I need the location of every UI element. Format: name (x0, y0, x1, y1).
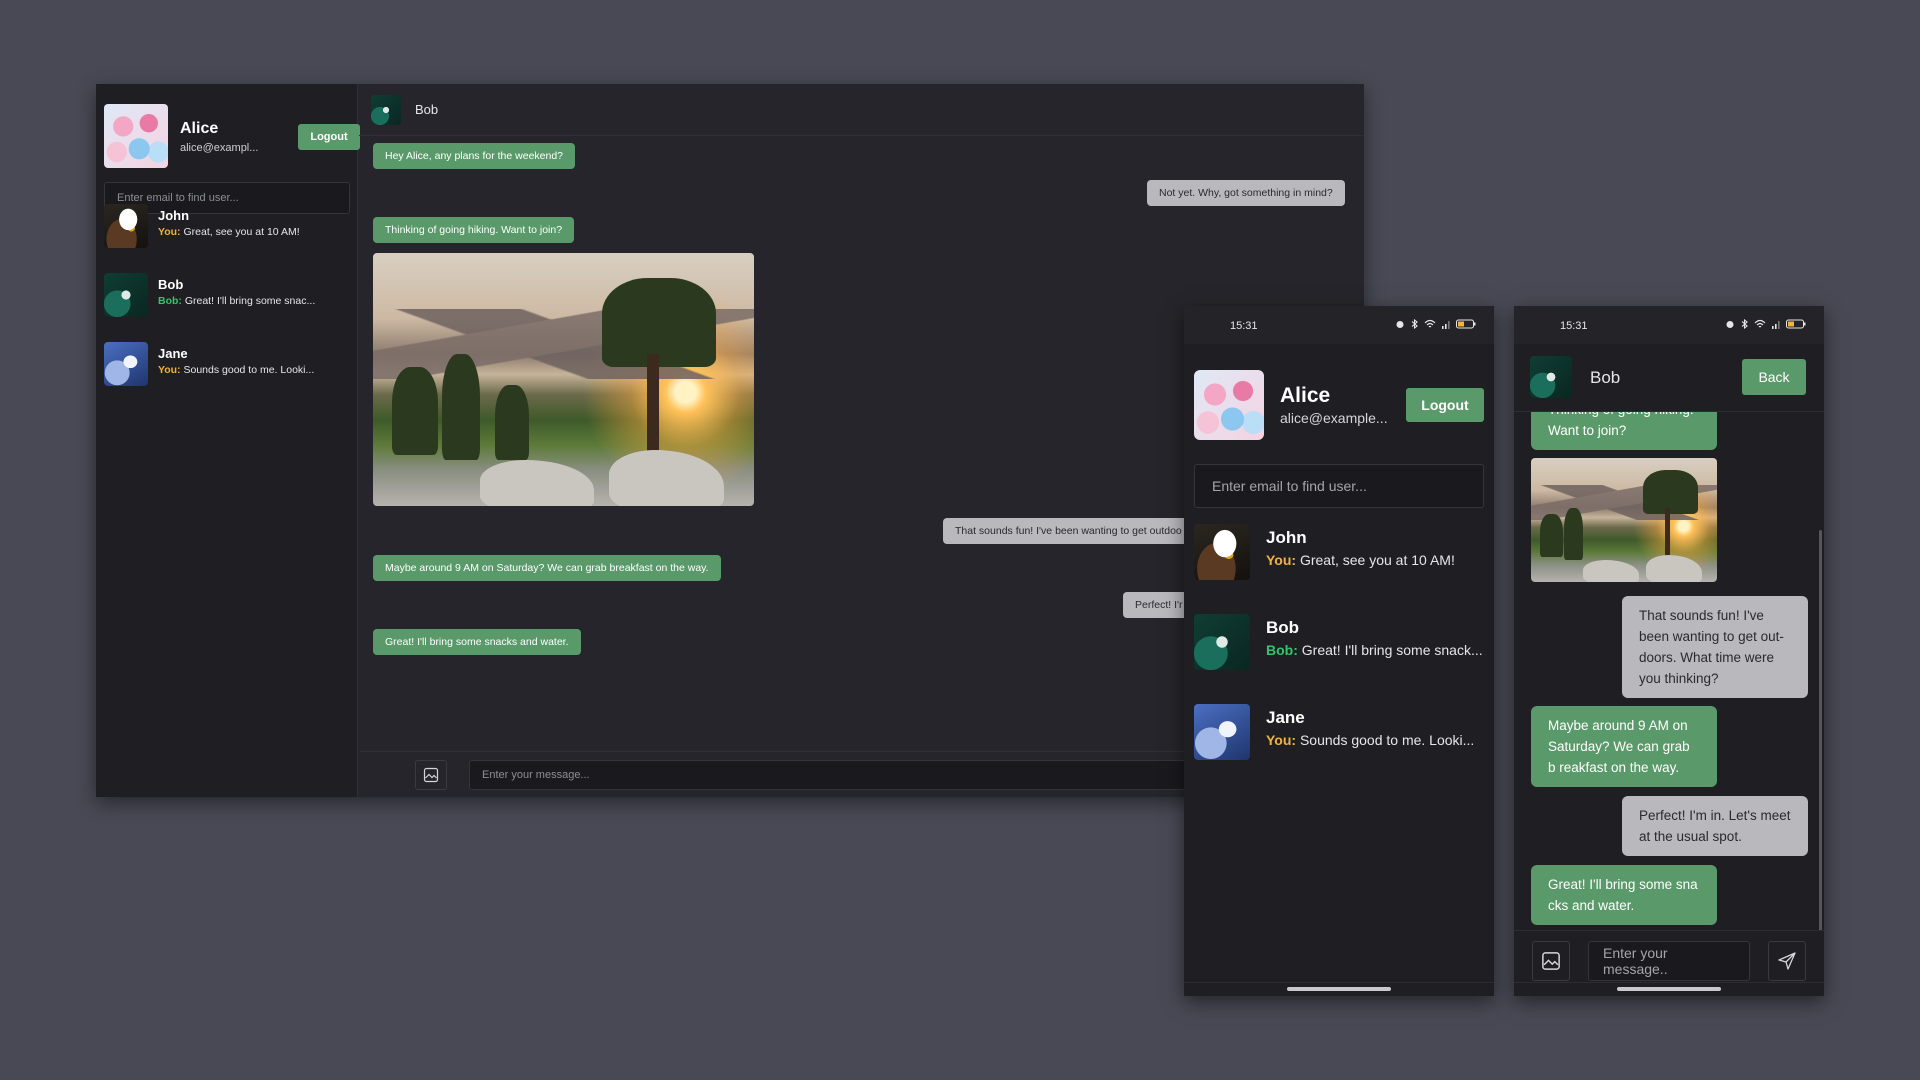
signal-icon (1772, 321, 1780, 329)
status-bar: 15:31 (1514, 306, 1824, 344)
bluetooth-icon (1411, 319, 1418, 329)
attach-image-button[interactable] (1532, 941, 1570, 981)
message-input[interactable]: Enter your message.. (1588, 941, 1750, 981)
conversation-preview: Bob: Great! I'll bring some snac... (158, 295, 316, 307)
conversation-preview: You: Great, see you at 10 AM! (158, 226, 300, 238)
status-time: 15:31 (1230, 320, 1258, 332)
logout-button[interactable]: Logout (1406, 388, 1484, 422)
profile-card: Alice alice@exampl... Logout (104, 104, 360, 168)
alice-avatar (104, 104, 168, 168)
battery-icon (1456, 319, 1476, 329)
attach-image-button[interactable] (415, 760, 447, 790)
message-bubble: Maybe around 9 AM on Saturday? We can gr… (373, 555, 721, 581)
message-bubble: Hey Alice, any plans for the weekend? (373, 143, 576, 169)
mobile-chat-screen: Thinking of going hiking. Want to join? … (1514, 306, 1824, 996)
chat-contact-name: Bob (415, 102, 439, 117)
send-button[interactable] (1768, 941, 1806, 981)
home-indicator[interactable] (1617, 987, 1721, 991)
send-icon (1778, 952, 1796, 970)
message-bubble: Thinking of going hiking. Want to join? (373, 217, 575, 243)
profile-name: Alice (1280, 384, 1331, 407)
message-input[interactable]: Enter your message... (469, 760, 1269, 790)
find-user-input[interactable]: Enter email to find user... (1194, 464, 1484, 508)
wifi-icon (1424, 319, 1436, 328)
message-bubble: That sounds fun! I've been wanting to ge… (1622, 596, 1808, 698)
eagle-avatar (104, 204, 148, 248)
message-bubble: That sounds fun! I've been wanting to ge… (943, 518, 1194, 544)
conversation-item-bob[interactable]: Bob Bob: Great! I'll bring some snack... (1194, 614, 1489, 672)
bluetooth-icon (1741, 319, 1748, 329)
conversation-item-john[interactable]: John You: Great, see you at 10 AM! (104, 204, 354, 248)
conversation-name: Bob (158, 277, 184, 292)
gesture-bar (1514, 982, 1824, 996)
status-icons (1725, 319, 1806, 329)
message-bubble: Perfect! I'm in. Let's meet at the usual… (1622, 796, 1808, 856)
image-icon (423, 767, 439, 783)
bird-avatar (1194, 614, 1250, 670)
conversation-preview: Bob: Great! I'll bring some snack... (1266, 642, 1483, 658)
sidebar: Alice alice@exampl... Logout Enter email… (96, 84, 360, 797)
conversation-name: Jane (1266, 708, 1305, 727)
battery-icon (1786, 319, 1806, 329)
conversation-item-bob[interactable]: Bob Bob: Great! I'll bring some snac... (104, 273, 354, 317)
logout-button[interactable]: Logout (298, 124, 360, 150)
back-button[interactable]: Back (1742, 359, 1806, 395)
mountain-landscape-photo[interactable] (373, 253, 754, 506)
mobile-conversations-screen: 15:31 Alice alice@example... Logout Ente… (1184, 306, 1494, 996)
conversation-item-jane[interactable]: Jane You: Sounds good to me. Looki... (1194, 704, 1489, 762)
conversation-name: Bob (1266, 618, 1300, 637)
desktop-app-window: Alice alice@exampl... Logout Enter email… (96, 84, 1364, 797)
ice-avatar (104, 342, 148, 386)
scrollbar[interactable] (1819, 530, 1822, 934)
ice-avatar (1194, 704, 1250, 760)
mountain-landscape-photo[interactable] (1531, 458, 1717, 582)
image-icon (1542, 952, 1560, 970)
conversation-preview: You: Sounds good to me. Looki... (1266, 732, 1475, 748)
eagle-avatar (1194, 524, 1250, 580)
profile-email: alice@example... (1280, 410, 1388, 426)
conversation-preview: You: Great, see you at 10 AM! (1266, 552, 1455, 568)
status-time: 15:31 (1560, 320, 1588, 332)
message-bubble: Great! I'll bring some snacks and water. (373, 629, 581, 655)
chat-header: Bob Back (1514, 344, 1824, 412)
chat-header: Bob (359, 84, 1364, 136)
home-indicator[interactable] (1287, 987, 1391, 991)
message-bubble: Maybe around 9 AM on Saturday? We can gr… (1531, 706, 1717, 787)
profile-email: alice@exampl... (180, 142, 259, 154)
bird-avatar (104, 273, 148, 317)
message-bubble: Not yet. Why, got something in mind? (1147, 180, 1345, 206)
conversation-name: Jane (158, 346, 188, 361)
signal-icon (1442, 321, 1450, 329)
profile-name: Alice (180, 120, 219, 137)
conversation-item-jane[interactable]: Jane You: Sounds good to me. Looki... (104, 342, 354, 386)
conversation-name: John (158, 208, 190, 223)
conversation-preview: You: Sounds good to me. Looki... (158, 364, 315, 376)
chat-contact-name: Bob (1590, 368, 1621, 387)
bird-avatar (371, 95, 401, 125)
alice-avatar (1194, 370, 1264, 440)
message-bubble: Great! I'll bring some sna cks and water… (1531, 865, 1717, 925)
conversation-name: John (1266, 528, 1307, 547)
alarm-icon (1396, 321, 1404, 328)
gesture-bar (1184, 982, 1494, 996)
wifi-icon (1754, 319, 1766, 328)
conversation-item-john[interactable]: John You: Great, see you at 10 AM! (1194, 524, 1489, 582)
status-icons (1395, 319, 1476, 329)
message-input-bar: Enter your message.. (1514, 930, 1824, 988)
bird-avatar (1530, 356, 1572, 398)
alarm-icon (1726, 321, 1734, 328)
status-bar: 15:31 (1184, 306, 1494, 344)
